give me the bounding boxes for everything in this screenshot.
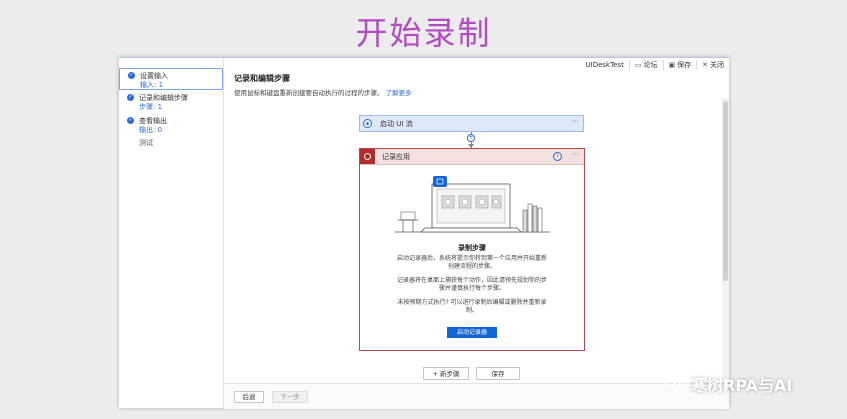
section-description: 使用鼠标和键盘重新创建要自动执行的过程的步骤。 了解更多 (234, 87, 412, 97)
check-icon: ✓ (127, 94, 134, 101)
sidebar-step-output[interactable]: ✓ 查看输出 输出: 0 (119, 114, 223, 136)
check-icon: ✓ (127, 117, 134, 124)
scrollbar-thumb[interactable] (723, 101, 728, 281)
flow-wizard-window: ✓ 设置输入 输入: 1 ✓ 记录和编辑步骤 步骤: 1 ✓ 查看输出 输出: … (119, 57, 730, 409)
top-toolbar: UIDeskTest ▭ 论坛 ▣ 保存 ✕ 关闭 (581, 58, 730, 72)
step-sub: 输出: 0 (139, 126, 163, 134)
save-icon: ▣ (668, 61, 676, 69)
start-recorder-button[interactable]: 启动记录器 (447, 327, 497, 338)
add-step-button[interactable]: + 新步骤 (423, 367, 469, 380)
start-ui-flow-card[interactable]: ◉ 启动 UI 流 ··· (359, 115, 584, 132)
learn-more-link[interactable]: 了解更多 (386, 89, 412, 97)
close-icon: ✕ (702, 61, 708, 69)
wechat-icon (665, 376, 686, 392)
wizard-footer: 后退 下一步 (224, 383, 729, 409)
more-options-icon[interactable]: ··· (571, 150, 579, 159)
step-title: 测试 (139, 139, 153, 147)
check-icon: ✓ (128, 72, 135, 79)
info-icon[interactable]: i (553, 152, 562, 161)
record-icon (360, 149, 375, 164)
step-sub: 步骤: 1 (139, 103, 163, 111)
record-paragraph-3: 未按预期方式执行? 可以进行录制后编辑或删除并重新录制。 (397, 299, 547, 314)
description-text: 使用鼠标和键盘重新创建要自动执行的过程的步骤。 (234, 89, 384, 97)
steps-sidebar: ✓ 设置输入 输入: 1 ✓ 记录和编辑步骤 步骤: 1 ✓ 查看输出 输出: … (119, 58, 224, 408)
record-paragraph-2: 记录器将在桌面上捕获每个动作，因此请预先规划你的步骤并谨慎执行每个步骤。 (396, 277, 547, 292)
back-button[interactable]: 后退 (234, 391, 264, 403)
watermark: 寒树RPA与AI (664, 372, 792, 396)
save-top-button[interactable]: ▣ 保存 (662, 60, 697, 70)
laptop-illustration (395, 176, 550, 233)
record-paragraph-1: 启动记录器后，系统将提示你转到第一个应用并开始重新创建流程的步骤。 (396, 255, 547, 270)
close-button[interactable]: ✕ 关闭 (696, 60, 729, 70)
insert-step-icon[interactable]: + (467, 134, 475, 142)
record-app-card: 记录应用 i ··· 录制步骤 启动记录器后，系统将提示你转到第一个应用并开始重… (359, 148, 585, 351)
record-card-header[interactable]: 记录应用 i ··· (360, 149, 584, 165)
next-button[interactable]: 下一步 (272, 391, 308, 403)
close-label: 关闭 (710, 61, 724, 69)
app-name: UIDeskTest (581, 61, 629, 69)
section-title: 记录和编辑步骤 (234, 74, 290, 83)
flow-card-label: 启动 UI 流 (380, 120, 413, 128)
sidebar-step-record[interactable]: ✓ 记录和编辑步骤 步骤: 1 (119, 91, 223, 113)
record-card-label: 记录应用 (382, 153, 410, 161)
flow-start-icon: ◉ (363, 119, 372, 128)
forum-label: 论坛 (643, 61, 658, 69)
chat-icon: ▭ (634, 61, 642, 69)
watermark-text: 寒树RPA与AI (691, 376, 793, 395)
page-title: 开始录制 (355, 14, 492, 52)
more-options-icon[interactable]: ··· (571, 117, 579, 126)
vertical-scrollbar[interactable] (722, 98, 729, 378)
save-button[interactable]: 保存 (476, 367, 520, 380)
sidebar-step-set-input[interactable]: ✓ 设置输入 输入: 1 (119, 68, 223, 90)
record-title: 录制步骤 (458, 244, 486, 252)
step-sub: 输入: 1 (140, 81, 164, 89)
sidebar-step-test[interactable]: 测试 (119, 136, 223, 158)
save-label: 保存 (677, 61, 692, 69)
app-name-label: UIDeskTest (585, 61, 624, 69)
forum-link[interactable]: ▭ 论坛 (628, 60, 663, 70)
